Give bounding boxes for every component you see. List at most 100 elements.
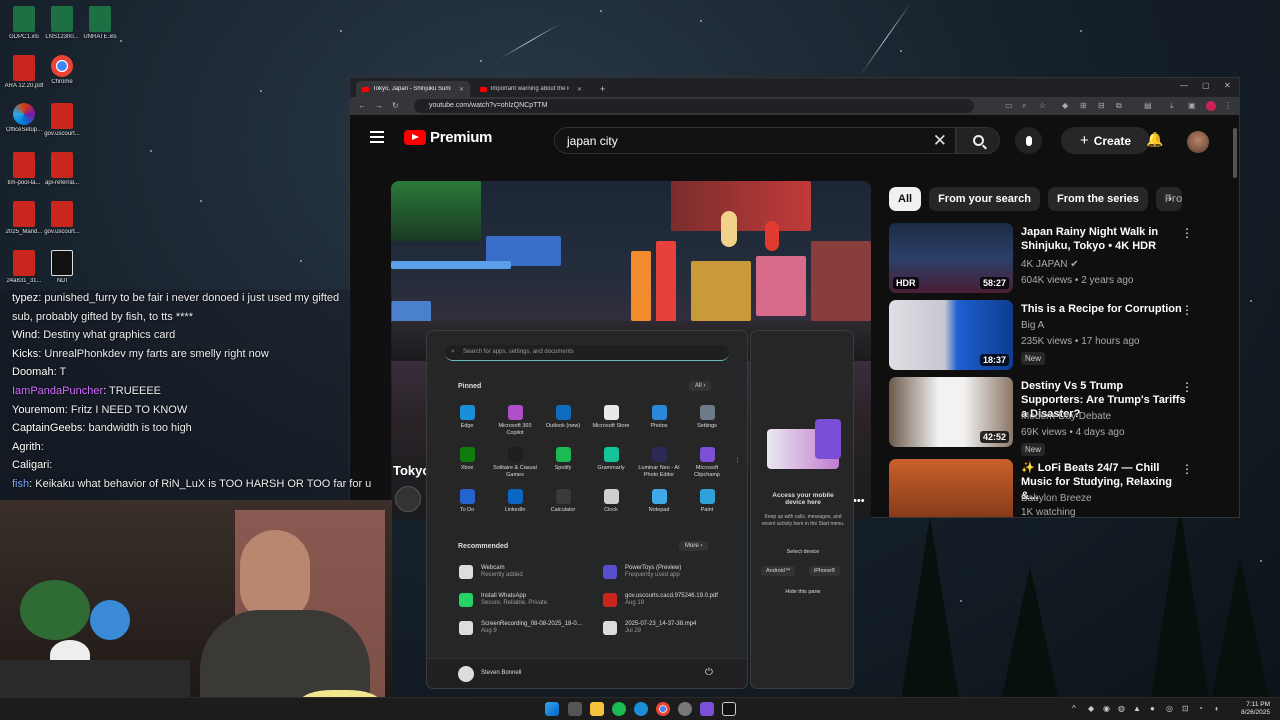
- volume-icon[interactable]: ◖: [1214, 704, 1219, 713]
- pinned-app[interactable]: Photos: [635, 405, 683, 430]
- search-button[interactable]: [956, 127, 1000, 154]
- show-hidden-icons-chevron-icon[interactable]: ^: [1072, 704, 1076, 713]
- extension-icon[interactable]: ⊞: [1080, 101, 1087, 110]
- iphone-button[interactable]: iPhone®: [809, 566, 841, 576]
- youtube-logo[interactable]: Premium: [404, 129, 492, 146]
- power-icon[interactable]: ⏻: [705, 667, 713, 678]
- tray-icon[interactable]: ◉: [1103, 704, 1110, 713]
- recommended-item[interactable]: gov.uscourts.cacd.975246.19.0.pdf Aug 19: [603, 593, 718, 607]
- desktop-icon[interactable]: 2025_Mand...: [4, 201, 44, 236]
- pinned-app[interactable]: Outlook (new): [539, 405, 587, 430]
- desktop-icon[interactable]: Chrome: [42, 55, 82, 86]
- pinned-app[interactable]: Microsoft Clipchamp: [683, 447, 731, 479]
- recommended-item[interactable]: 2025-07-23_14-37-38.mp4 Jul 29: [603, 621, 696, 635]
- back-icon[interactable]: ←: [358, 101, 366, 110]
- desktop-icon[interactable]: api-referral...: [42, 152, 82, 187]
- desktop-icon[interactable]: NDI: [42, 250, 82, 285]
- tray-icon[interactable]: ◍: [1118, 704, 1125, 713]
- more-options-icon[interactable]: ⋮: [1181, 380, 1193, 394]
- pinned-app[interactable]: Clock: [587, 489, 635, 514]
- desktop-icon[interactable]: LNS12300...: [42, 6, 82, 41]
- recommended-item[interactable]: Webcam Recently added: [459, 565, 523, 579]
- pinned-app[interactable]: Calculator: [539, 489, 587, 514]
- forward-icon[interactable]: →: [375, 101, 383, 110]
- extension-icon[interactable]: ▣: [1188, 101, 1196, 110]
- sidebar-icon[interactable]: ▤: [1144, 101, 1152, 110]
- edge-icon[interactable]: [634, 702, 648, 716]
- user-avatar[interactable]: [458, 666, 474, 682]
- maximize-icon[interactable]: ▢: [1202, 81, 1210, 90]
- pinned-app[interactable]: Paint: [683, 489, 731, 514]
- spotify-icon[interactable]: [612, 702, 626, 716]
- tray-icon[interactable]: ●: [1150, 704, 1155, 713]
- notifications-bell-icon[interactable]: 🔔: [1146, 131, 1163, 148]
- pinned-app[interactable]: Settings: [683, 405, 731, 430]
- chip-from-the-series[interactable]: From the series: [1047, 187, 1148, 211]
- tray-icon[interactable]: ◆: [1088, 704, 1094, 713]
- pinned-app[interactable]: Grammarly: [587, 447, 635, 472]
- more-button[interactable]: More ›: [679, 541, 709, 551]
- task-view-icon[interactable]: [568, 702, 582, 716]
- pinned-app[interactable]: Microsoft 365 Copilot: [491, 405, 539, 437]
- recommendation-item[interactable]: ✨ LoFi Beats 24/7 — Chill Music for Stud…: [889, 459, 1219, 517]
- clear-search-icon[interactable]: ✕: [933, 131, 947, 151]
- menu-icon[interactable]: ⋮: [1224, 101, 1232, 110]
- download-icon[interactable]: ⤓: [1170, 101, 1174, 111]
- page-dots-icon[interactable]: ⋮: [734, 456, 741, 464]
- voice-search-button[interactable]: [1015, 127, 1042, 154]
- pinned-app[interactable]: Luminar Neo - AI Photo Editor: [635, 447, 683, 479]
- recommendation-item[interactable]: 18:37 This is a Recipe for Corruption Bi…: [889, 300, 1219, 372]
- bookmark-star-icon[interactable]: ☆: [1039, 101, 1046, 110]
- hide-pane-link[interactable]: Hide this pane: [751, 589, 855, 595]
- all-apps-button[interactable]: All ›: [689, 381, 712, 391]
- recommended-item[interactable]: Install WhatsApp Secure, Reliable, Privat…: [459, 593, 549, 607]
- chevron-right-icon[interactable]: ›: [1168, 191, 1172, 205]
- pinned-app[interactable]: Xbox: [443, 447, 491, 472]
- chrome-icon[interactable]: [656, 702, 670, 716]
- start-windows-icon[interactable]: [545, 702, 559, 716]
- create-button[interactable]: + Create: [1061, 127, 1150, 154]
- desktop-icon[interactable]: OfficeSetup...: [4, 103, 44, 134]
- android-button[interactable]: Android™: [761, 566, 796, 576]
- video-thumbnail[interactable]: [889, 459, 1013, 517]
- pinned-app[interactable]: Solitaire & Casual Games: [491, 447, 539, 479]
- network-icon[interactable]: ⊡: [1182, 704, 1189, 713]
- recommendation-item[interactable]: 42:52 Destiny Vs 5 Trump Supporters: Are…: [889, 377, 1219, 456]
- close-tab-icon[interactable]: ✕: [577, 86, 582, 93]
- ndi-icon[interactable]: [722, 702, 736, 716]
- video-thumbnail[interactable]: HDR 58:27: [889, 223, 1013, 293]
- file-explorer-icon[interactable]: [590, 702, 604, 716]
- close-window-icon[interactable]: ✕: [1224, 81, 1231, 90]
- pinned-app[interactable]: LinkedIn: [491, 489, 539, 514]
- channel-avatar[interactable]: [395, 486, 421, 512]
- zoom-icon[interactable]: ⌕: [1022, 101, 1026, 111]
- pinned-app[interactable]: Microsoft Store: [587, 405, 635, 430]
- more-options-icon[interactable]: ⋮: [1181, 226, 1193, 240]
- system-clock[interactable]: 7:11 PM 8/26/2025: [1241, 701, 1270, 717]
- minimize-icon[interactable]: —: [1180, 81, 1188, 90]
- desktop-icon[interactable]: GDPC1.xls: [4, 6, 44, 41]
- pinned-app[interactable]: Spotify: [539, 447, 587, 472]
- tab-important-warning[interactable]: Important warning about the lo ✕: [474, 81, 588, 97]
- desktop-icon[interactable]: ARA 12.20.pdf: [4, 55, 44, 90]
- profile-avatar[interactable]: [1206, 101, 1216, 111]
- tab-tokyo-video[interactable]: Tokyo, Japan - Shinjuku Summer ✕: [356, 81, 470, 97]
- chip-all[interactable]: All: [889, 187, 922, 211]
- desktop-icon[interactable]: tim-pool-la...: [4, 152, 44, 187]
- tray-icon[interactable]: ◎: [1166, 704, 1173, 713]
- cast-icon[interactable]: ▭: [1005, 101, 1013, 110]
- desktop-icon[interactable]: UNRATE.xls: [80, 6, 120, 41]
- more-options-icon[interactable]: ⋮: [1181, 462, 1193, 476]
- obs-icon[interactable]: [678, 702, 692, 716]
- pinned-app[interactable]: Edge: [443, 405, 491, 430]
- url-field[interactable]: youtube.com/watch?v=ohlzQNCpTTM: [414, 99, 974, 113]
- new-tab-button[interactable]: +: [594, 81, 611, 97]
- recommended-item[interactable]: ScreenRecording_08-08-2025_18-0... Aug 9: [459, 621, 582, 635]
- more-options-icon[interactable]: ⋮: [1181, 303, 1193, 317]
- app-icon[interactable]: [700, 702, 714, 716]
- extension-icon[interactable]: ◆: [1062, 101, 1068, 110]
- scrollbar[interactable]: [1233, 128, 1237, 178]
- puzzle-icon[interactable]: ⧉: [1116, 101, 1122, 111]
- wifi-icon[interactable]: ◔: [1198, 704, 1203, 713]
- hamburger-menu-icon[interactable]: [370, 131, 384, 146]
